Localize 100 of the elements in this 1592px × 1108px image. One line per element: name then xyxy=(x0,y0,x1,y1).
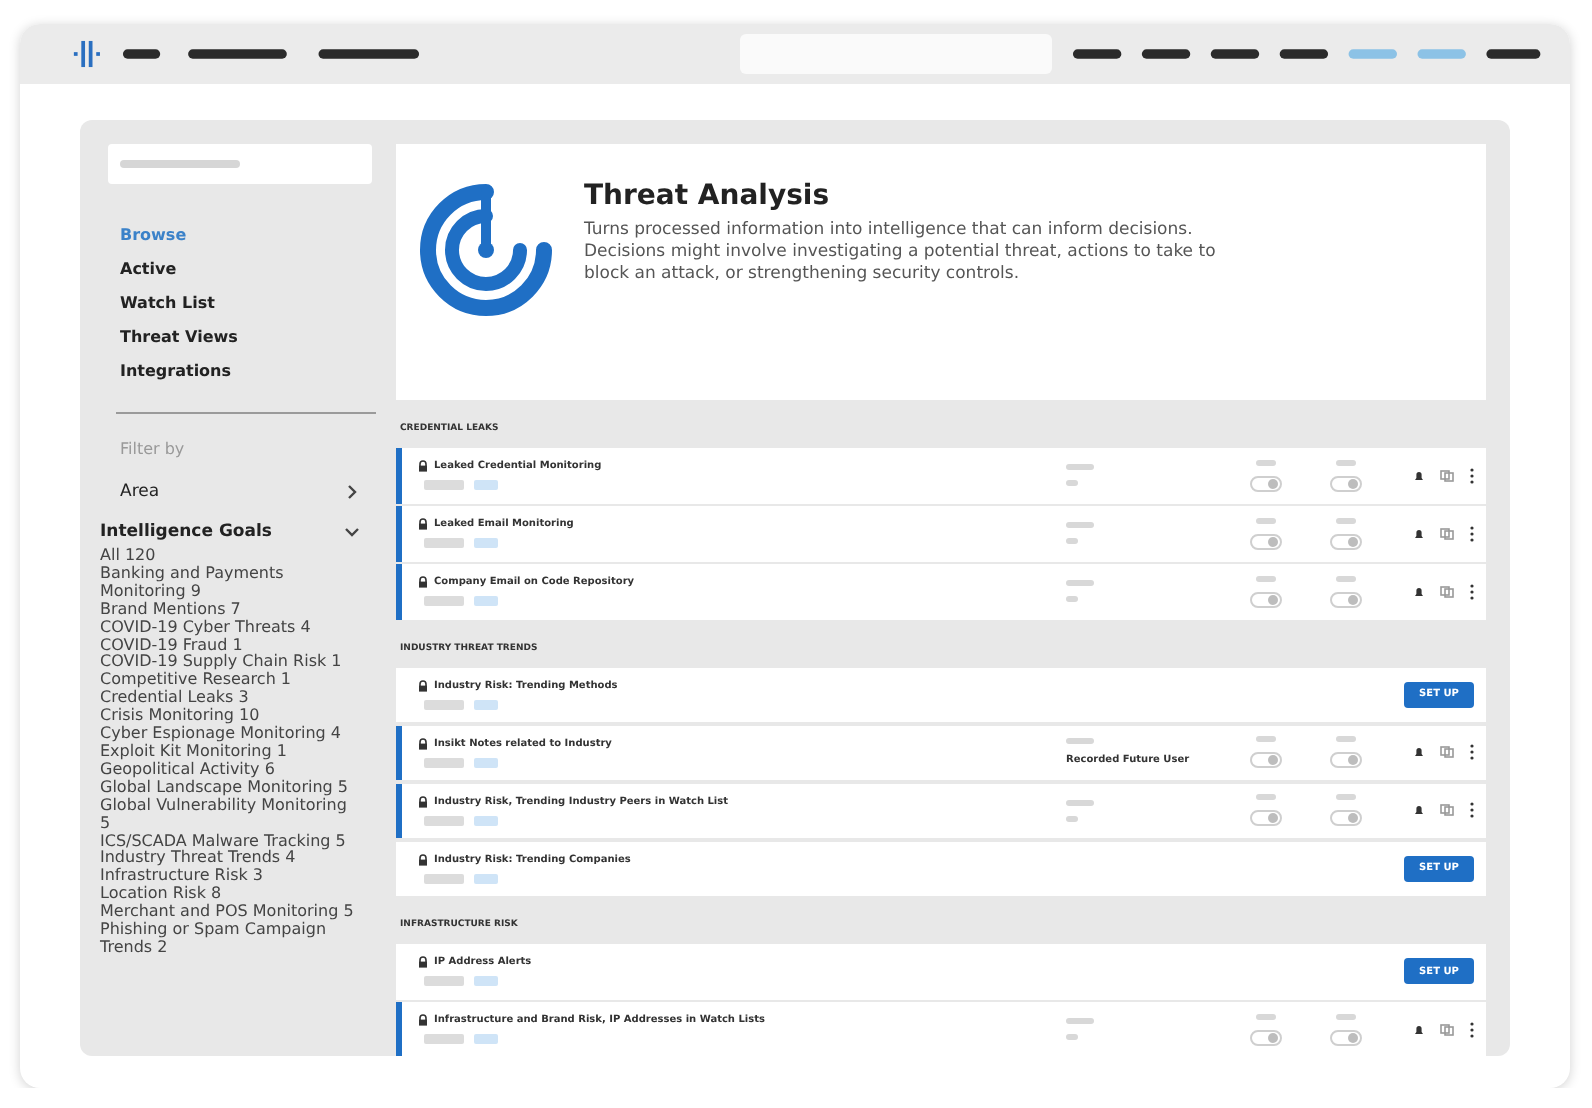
filter-label: Filter by xyxy=(120,440,187,458)
placeholder-text-drawing xyxy=(1336,575,1356,582)
filter-option[interactable]: Competitive Research 1 xyxy=(100,672,356,691)
lock-icon xyxy=(418,1014,428,1027)
tag-drawing xyxy=(424,815,464,826)
tag-drawing xyxy=(474,538,498,549)
tag-drawing xyxy=(474,873,498,884)
filter-option[interactable]: Crisis Monitoring 10 xyxy=(100,708,356,727)
filter-option[interactable]: Geopolitical Activity 6 xyxy=(100,761,356,780)
placeholder-text-drawing xyxy=(1066,522,1094,529)
tag-drawing xyxy=(474,1034,498,1045)
tag-drawing xyxy=(424,480,464,491)
toggle-switch-icon xyxy=(1250,1029,1282,1046)
placeholder-text-drawing xyxy=(1066,480,1078,487)
placeholder-text-drawing xyxy=(1256,794,1276,801)
filter-option[interactable]: Banking and Payments Monitoring 9 xyxy=(100,565,356,602)
toggle-switch-icon xyxy=(1250,533,1282,550)
placeholder-text-drawing xyxy=(120,160,240,168)
tag-drawing xyxy=(424,538,464,549)
lock-icon xyxy=(418,737,428,750)
placeholder-text-drawing xyxy=(1066,1034,1078,1041)
placeholder-text-drawing xyxy=(1336,459,1356,466)
lock-icon xyxy=(418,956,428,969)
placeholder-text-drawing xyxy=(1066,580,1094,587)
tag-drawing xyxy=(424,976,464,987)
bell-icon xyxy=(1414,585,1424,598)
copy-icon xyxy=(1440,527,1454,540)
page-title: Threat Analysis xyxy=(584,180,832,212)
lock-icon xyxy=(418,576,428,589)
tag-drawing xyxy=(424,1034,464,1045)
placeholder-text-drawing xyxy=(1066,596,1078,603)
copy-icon xyxy=(1440,746,1454,759)
tag-drawing xyxy=(424,757,464,768)
placeholder-text-drawing xyxy=(1066,464,1094,471)
placeholder-text-drawing xyxy=(1256,517,1276,524)
lock-icon xyxy=(418,679,428,692)
tag-drawing xyxy=(474,757,498,768)
filter-option[interactable]: Brand Mentions 7 xyxy=(100,601,356,620)
toggle-switch-icon xyxy=(1250,752,1282,769)
filter-option[interactable]: COVID-19 Fraud 1 xyxy=(100,637,356,655)
copy-icon xyxy=(1440,1023,1454,1036)
nav-link[interactable]: Active xyxy=(120,258,376,282)
bell-icon xyxy=(1414,469,1424,482)
toggle-switch-icon xyxy=(1250,591,1282,608)
chevron-icon xyxy=(344,484,360,500)
nav-link[interactable]: Watch List xyxy=(120,292,376,316)
lock-icon xyxy=(418,795,428,808)
toggle-switch-icon xyxy=(1330,591,1362,608)
filter-option[interactable]: Cyber Espionage Monitoring 4 xyxy=(100,726,356,744)
lock-icon xyxy=(418,853,428,866)
filter-option[interactable]: Phishing or Spam Campaign Trends 2 xyxy=(100,922,356,958)
tag-drawing xyxy=(424,596,464,607)
logo-icon xyxy=(72,38,102,70)
toggle-switch-icon xyxy=(1330,752,1362,769)
placeholder-text-drawing xyxy=(1066,799,1094,806)
placeholder-text-drawing xyxy=(1256,459,1276,466)
filter-option[interactable]: COVID-19 Supply Chain Risk 1 xyxy=(100,654,356,673)
placeholder-text-drawing xyxy=(1066,738,1094,745)
filter-option[interactable]: Global Vulnerability Monitoring 5 xyxy=(100,797,356,833)
filter-option[interactable]: Global Landscape Monitoring 5 xyxy=(100,779,356,798)
bell-icon xyxy=(1414,527,1424,540)
placeholder-text-drawing xyxy=(1256,736,1276,743)
placeholder-text-drawing xyxy=(1336,794,1356,801)
tag-drawing xyxy=(474,480,498,491)
placeholder-text-drawing xyxy=(1336,736,1356,743)
nav-link[interactable]: Integrations xyxy=(120,360,376,384)
radar-icon xyxy=(416,180,556,320)
nav-link[interactable]: Threat Views xyxy=(120,326,376,350)
toggle-switch-icon xyxy=(1250,810,1282,827)
filter-option[interactable]: Location Risk 8 xyxy=(100,886,356,905)
filter-header[interactable]: Intelligence Goals xyxy=(100,522,360,542)
toggle-switch-icon xyxy=(1330,475,1362,492)
description-text: Turns processed information into intelligence that can inform decisions. Decisions might involve investigating a potential threat, actions to take to block an attack, or strengthening security controls. xyxy=(584,220,1218,286)
tag-drawing xyxy=(474,596,498,607)
filter-option[interactable]: COVID-19 Cyber Threats 4 xyxy=(100,619,356,638)
filter-option[interactable]: All 120 xyxy=(100,548,356,566)
bell-icon xyxy=(1414,1023,1424,1036)
lock-icon xyxy=(418,460,428,473)
placeholder-text-drawing xyxy=(1066,815,1078,822)
lock-icon xyxy=(418,518,428,531)
copy-icon xyxy=(1440,804,1454,817)
toggle-switch-icon xyxy=(1330,1029,1362,1046)
filter-option[interactable]: Merchant and POS Monitoring 5 xyxy=(100,904,356,923)
filter-option[interactable]: Industry Threat Trends 4 xyxy=(100,850,356,869)
filter-option[interactable]: Exploit Kit Monitoring 1 xyxy=(100,743,356,762)
filter-header[interactable]: Area xyxy=(120,482,360,502)
bell-icon xyxy=(1414,804,1424,817)
filter-option[interactable]: ICS/SCADA Malware Tracking 5 xyxy=(100,833,356,851)
copy-icon xyxy=(1440,585,1454,598)
placeholder-text-drawing xyxy=(1336,517,1356,524)
toggle-switch-icon xyxy=(1250,475,1282,492)
filter-option[interactable]: Infrastructure Risk 3 xyxy=(100,868,356,887)
placeholder-text-drawing xyxy=(1256,1013,1276,1020)
tag-drawing xyxy=(474,699,498,710)
chevron-icon xyxy=(344,524,360,540)
toggle-switch-icon xyxy=(1330,533,1362,550)
filter-option[interactable]: Credential Leaks 3 xyxy=(100,690,356,709)
tag-drawing xyxy=(424,873,464,884)
placeholder-text-drawing xyxy=(1256,575,1276,582)
search-field[interactable] xyxy=(108,144,372,184)
